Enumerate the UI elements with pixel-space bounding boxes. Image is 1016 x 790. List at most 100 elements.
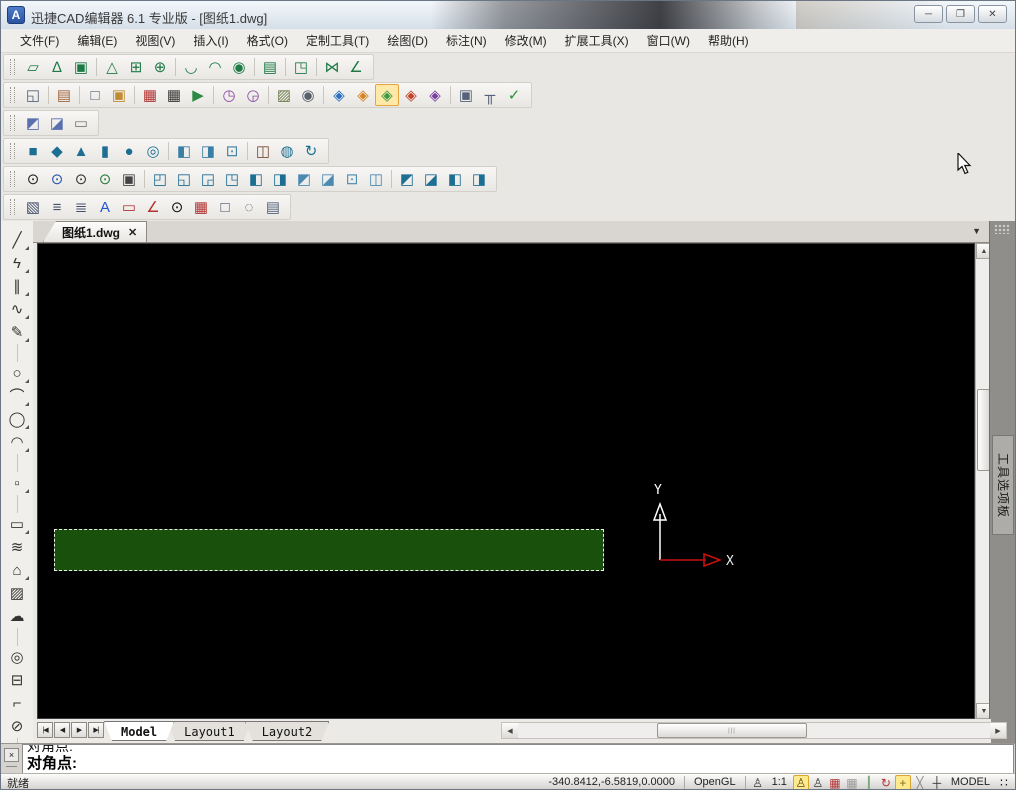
arc-tool-icon[interactable]: ⌒	[5, 385, 29, 408]
paste-special-icon[interactable]: ▤	[261, 196, 285, 218]
view-sw-icon[interactable]: ◫	[364, 168, 388, 190]
orbit-icon[interactable]: ⊙	[45, 168, 69, 190]
command-close-icon[interactable]: ×	[4, 748, 19, 762]
tag-confirm-icon[interactable]: ◈	[375, 84, 399, 106]
arc-3pt-tool-icon[interactable]: ◠	[5, 431, 29, 454]
tab-layout1[interactable]: Layout1	[167, 721, 252, 741]
layer-match-icon[interactable]: ≡	[45, 196, 69, 218]
drawing-canvas[interactable]: Y X	[37, 243, 975, 719]
grid-limits-icon[interactable]: ▦	[189, 196, 213, 218]
solid-cone-icon[interactable]: ▲	[69, 140, 93, 162]
tab-document[interactable]: 图纸1.dwg ✕	[43, 221, 147, 242]
iso-se-icon[interactable]: ◪	[419, 168, 443, 190]
menu-view[interactable]: 视图(V)	[126, 28, 184, 53]
menu-edit[interactable]: 编辑(E)	[68, 28, 126, 53]
horizontal-scroll-thumb[interactable]: |||	[657, 723, 807, 738]
table-stop-icon[interactable]: ▦	[162, 84, 186, 106]
render-part-icon[interactable]: ◩	[21, 112, 45, 134]
text-style-icon[interactable]: A	[93, 196, 117, 218]
print-preview-icon[interactable]: ◱	[21, 84, 45, 106]
grid-toggle[interactable]: ▦	[844, 775, 860, 790]
region-tool-icon[interactable]: ⊘	[5, 715, 29, 738]
dim-angle-icon[interactable]: ∠	[141, 196, 165, 218]
solid-history-icon[interactable]: ◍	[275, 140, 299, 162]
tab-layout2[interactable]: Layout2	[245, 721, 330, 741]
layer-walk-icon[interactable]: ▧	[21, 196, 45, 218]
first-layout-button[interactable]: |◀	[37, 722, 53, 738]
tool-palette-tab[interactable]: 工具选项板	[992, 435, 1014, 535]
snapshot-camera-icon[interactable]: ◉	[296, 84, 320, 106]
surface-cone-icon[interactable]: △	[100, 56, 124, 78]
table-play-icon[interactable]: ▶	[186, 84, 210, 106]
doc-check-icon[interactable]: ✓	[502, 84, 526, 106]
tag-modify-icon[interactable]: ◈	[399, 84, 423, 106]
surface-revolve-icon[interactable]: ⋈	[320, 56, 344, 78]
scroll-right-icon[interactable]: ▶	[990, 723, 1006, 738]
ucs-edit-toggle[interactable]: ♙	[810, 775, 826, 790]
tag-save-icon[interactable]: ◈	[423, 84, 447, 106]
surface-dome-icon[interactable]: ◠	[203, 56, 227, 78]
rectangle-tool-icon[interactable]: ▭	[5, 513, 29, 536]
menu-express-tools[interactable]: 扩展工具(X)	[556, 28, 638, 53]
camera-icon[interactable]: ▣	[117, 168, 141, 190]
menu-custom-tools[interactable]: 定制工具(T)	[297, 28, 378, 53]
plan-view-icon[interactable]: ⊙	[69, 168, 93, 190]
view-nw-icon[interactable]: ◪	[316, 168, 340, 190]
palette-grip[interactable]	[994, 224, 1010, 234]
spline-tool-icon[interactable]: ∿	[5, 298, 29, 321]
iso-sw-icon[interactable]: ◩	[395, 168, 419, 190]
model-space-label[interactable]: MODEL	[946, 775, 995, 790]
view-bottom-icon[interactable]: ◱	[172, 168, 196, 190]
solid-pyramid-icon[interactable]: ◆	[45, 140, 69, 162]
tab-model[interactable]: Model	[104, 721, 174, 741]
otrack-toggle[interactable]: ╳	[912, 775, 928, 790]
polar-toggle[interactable]: ↻	[878, 775, 894, 790]
revcloud-tool-icon[interactable]: ☁	[5, 605, 29, 628]
render-window-icon[interactable]: ▭	[69, 112, 93, 134]
prev-layout-button[interactable]: ◀	[54, 722, 70, 738]
boolean-intersect-icon[interactable]: ⊡	[220, 140, 244, 162]
osnap-toggle[interactable]: +	[895, 775, 911, 790]
markup-icon[interactable]: ▤	[52, 84, 76, 106]
surface-edge-icon[interactable]: ◳	[289, 56, 313, 78]
render-region-icon[interactable]: ◪	[45, 112, 69, 134]
table-record-icon[interactable]: ▦	[138, 84, 162, 106]
ellipse-tool-icon[interactable]: ◯	[5, 408, 29, 431]
polygon-tool-icon[interactable]: ⌂	[5, 559, 29, 582]
view-se-icon[interactable]: ⊡	[340, 168, 364, 190]
tag-edit-icon[interactable]: ◈	[351, 84, 375, 106]
select-crossing-icon[interactable]: ◌	[237, 196, 261, 218]
solid-check-icon[interactable]: ↻	[299, 140, 323, 162]
point-tool-icon[interactable]: ▫	[5, 472, 29, 495]
boundary-hatch-tool-icon[interactable]: ▨	[5, 582, 29, 605]
menu-window[interactable]: 窗口(W)	[638, 28, 699, 53]
last-layout-button[interactable]: ▶|	[88, 722, 104, 738]
menu-modify[interactable]: 修改(M)	[496, 28, 556, 53]
scale-label[interactable]: 1:1	[767, 775, 792, 790]
aerial-view-icon[interactable]: ⊙	[165, 196, 189, 218]
visual-style-icon[interactable]: ⊙	[21, 168, 45, 190]
ucs-view-icon[interactable]: ⊙	[93, 168, 117, 190]
surface-cube-icon[interactable]: ▣	[69, 56, 93, 78]
polyline-tool-icon[interactable]: ϟ	[5, 252, 29, 275]
time-update-icon[interactable]: ◷	[217, 84, 241, 106]
solid-sphere-icon[interactable]: ●	[117, 140, 141, 162]
boolean-union-icon[interactable]: ◧	[172, 140, 196, 162]
tab-close-icon[interactable]: ✕	[128, 226, 137, 239]
ucs-icon[interactable]: ♙	[750, 775, 766, 790]
wipeout-tool-icon[interactable]: ⊟	[5, 669, 29, 692]
solid-slice-icon[interactable]: ◫	[251, 140, 275, 162]
view-ne-icon[interactable]: ◩	[292, 168, 316, 190]
crosshair-toggle[interactable]: ┼	[929, 775, 945, 790]
surface-pyramid-icon[interactable]: ∆	[45, 56, 69, 78]
tab-list-dropdown-icon[interactable]: ▼	[972, 226, 981, 236]
boolean-subtract-icon[interactable]: ◨	[196, 140, 220, 162]
selected-rectangle-entity[interactable]	[54, 529, 604, 571]
menu-insert[interactable]: 插入(I)	[184, 28, 237, 53]
time-export-icon[interactable]: ◶	[241, 84, 265, 106]
layer-states-icon[interactable]: ≣	[69, 196, 93, 218]
horizontal-scrollbar[interactable]: ◀ ||| ▶	[501, 722, 1007, 739]
line-tool-icon[interactable]: ╱	[5, 229, 29, 252]
menu-format[interactable]: 格式(O)	[238, 28, 297, 53]
scroll-left-icon[interactable]: ◀	[502, 723, 518, 738]
